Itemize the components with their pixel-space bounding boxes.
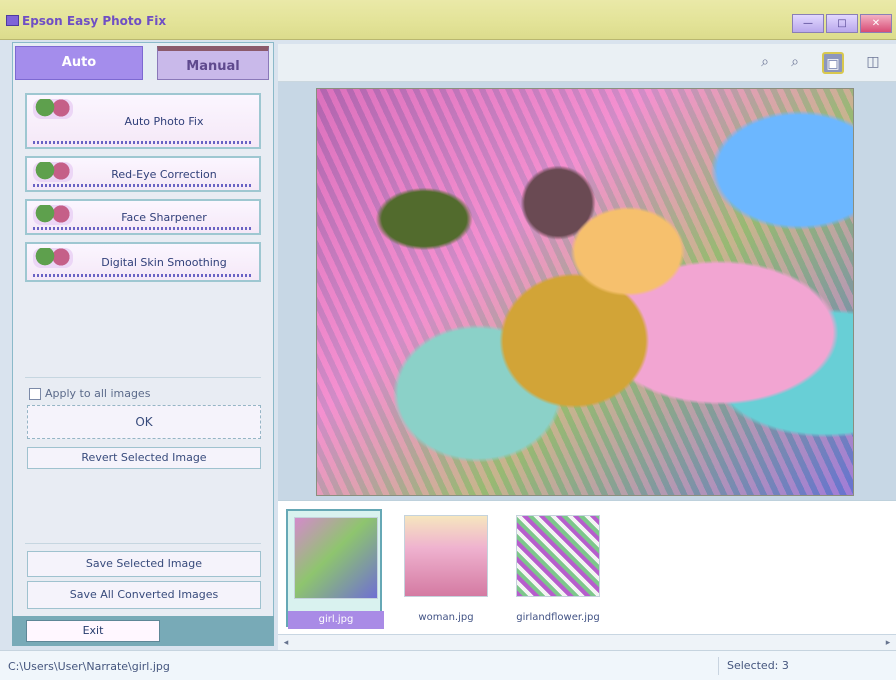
thumbnail-name: girlandflower.jpg: [516, 612, 600, 623]
apply-all-row[interactable]: Apply to all images: [29, 387, 150, 400]
preview-image: [316, 88, 854, 496]
window-title: Epson Easy Photo Fix: [22, 14, 167, 28]
red-eye-correction-button[interactable]: Red-Eye Correction: [25, 156, 261, 192]
mode-tabs: Auto Manual: [13, 43, 273, 80]
thumbnail-image: [404, 515, 488, 597]
portrait-icon: [33, 99, 73, 119]
button-underline: [33, 184, 253, 187]
faces-icon: [33, 205, 73, 225]
tab-auto[interactable]: Auto: [15, 46, 143, 80]
thumbnail-name: woman.jpg: [418, 612, 474, 623]
apply-all-label: Apply to all images: [45, 387, 151, 400]
status-bar: C:\Users\User\Narrate\girl.jpg Selected:…: [0, 650, 896, 680]
divider: [25, 377, 261, 378]
button-underline: [33, 141, 253, 144]
thumbnail-item[interactable]: girl.jpg: [286, 509, 384, 629]
exit-button[interactable]: Exit: [26, 620, 160, 642]
thumbnail-strip: girl.jpg woman.jpg girlandflower.jpg: [278, 500, 896, 650]
divider: [25, 543, 261, 544]
digital-skin-smoothing-button[interactable]: Digital Skin Smoothing: [25, 242, 261, 282]
compare-view-icon[interactable]: ◫: [862, 52, 884, 74]
scroll-right-icon[interactable]: ▸: [880, 635, 896, 651]
thumbnail-item[interactable]: girlandflower.jpg: [510, 509, 606, 627]
tab-manual[interactable]: Manual: [157, 46, 269, 80]
maximize-button[interactable]: □: [826, 14, 858, 33]
thumbnail-item[interactable]: woman.jpg: [398, 509, 494, 627]
title-bar: Epson Easy Photo Fix — □ ✕: [0, 0, 896, 40]
button-underline: [33, 227, 253, 230]
thumbnail-image: [516, 515, 600, 597]
thumbnail-scrollbar[interactable]: ◂ ▸: [278, 634, 896, 650]
faces-icon: [33, 248, 73, 268]
view-toolbar: ⌕ ⌕ ▣ ◫: [278, 44, 896, 82]
zoom-out-icon[interactable]: ⌕: [784, 52, 806, 74]
revert-selected-button[interactable]: Revert Selected Image: [27, 447, 261, 469]
eye-icon: [33, 162, 73, 182]
window-controls: — □ ✕: [792, 14, 892, 33]
auto-photo-fix-button[interactable]: Auto Photo Fix: [25, 93, 261, 149]
save-selected-button[interactable]: Save Selected Image: [27, 551, 261, 577]
status-selected-count: Selected: 3: [718, 657, 888, 675]
apply-all-checkbox[interactable]: [29, 387, 41, 400]
save-all-button[interactable]: Save All Converted Images: [27, 581, 261, 609]
button-underline: [33, 274, 253, 277]
exit-bar: Exit: [12, 616, 274, 646]
thumbnail-name: girl.jpg: [288, 611, 384, 629]
single-view-icon[interactable]: ▣: [822, 52, 844, 74]
status-file-path: C:\Users\User\Narrate\girl.jpg: [8, 660, 170, 673]
minimize-button[interactable]: —: [792, 14, 824, 33]
ok-button[interactable]: OK: [27, 405, 261, 439]
close-button[interactable]: ✕: [860, 14, 892, 33]
app-icon: [6, 15, 19, 26]
zoom-in-icon[interactable]: ⌕: [754, 52, 776, 74]
scroll-left-icon[interactable]: ◂: [278, 635, 294, 651]
image-viewer: [278, 82, 896, 500]
face-sharpener-button[interactable]: Face Sharpener: [25, 199, 261, 235]
thumbnail-image: [294, 517, 378, 599]
auto-photo-fix-label: Auto Photo Fix: [124, 114, 204, 128]
left-panel: Auto Manual Auto Photo Fix Red-Eye Corre…: [12, 42, 274, 618]
